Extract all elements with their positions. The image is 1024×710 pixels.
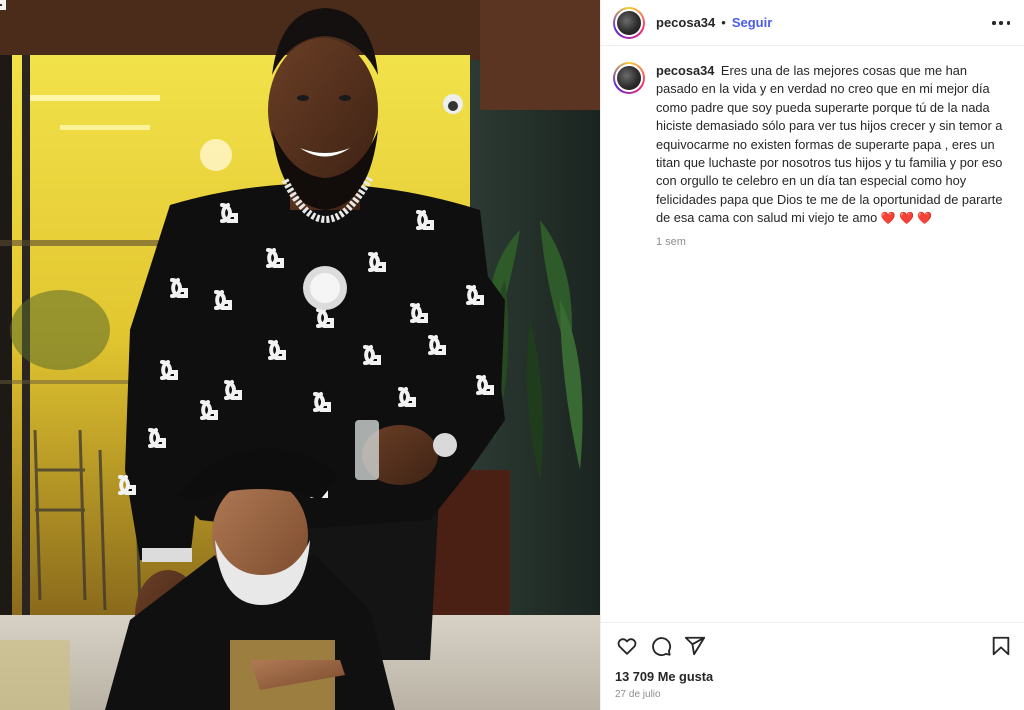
caption-text: pecosa34 Eres una de las mejores cosas q…	[656, 62, 1012, 228]
action-bar	[615, 631, 1010, 661]
comment-icon[interactable]	[649, 634, 673, 658]
heart-emojis: ❤️ ❤️ ❤️	[880, 211, 933, 226]
post-actions-area: 13 709 Me gusta 27 de julio	[601, 622, 1024, 710]
share-icon[interactable]	[683, 634, 707, 658]
post-header: pecosa34 • Seguir	[601, 0, 1024, 46]
bookmark-icon[interactable]	[990, 635, 1012, 657]
caption-comment: pecosa34 Eres una de las mejores cosas q…	[613, 62, 1012, 248]
post-photo[interactable]	[0, 0, 600, 710]
post-date[interactable]: 27 de julio	[615, 689, 1010, 700]
post-side-panel: pecosa34 • Seguir pecosa34 Eres una de l…	[600, 0, 1024, 710]
username-link[interactable]: pecosa34	[656, 15, 715, 30]
caption-avatar[interactable]	[613, 62, 645, 94]
caption-username[interactable]: pecosa34	[656, 63, 714, 78]
caption-content: Eres una de las mejores cosas que me han…	[656, 63, 1003, 226]
avatar[interactable]	[613, 6, 645, 39]
follow-button[interactable]: Seguir	[732, 15, 772, 30]
heart-icon[interactable]	[615, 634, 639, 658]
separator-dot: •	[721, 15, 726, 30]
caption-body: pecosa34 Eres una de las mejores cosas q…	[656, 62, 1012, 248]
comments-area[interactable]: pecosa34 Eres una de las mejores cosas q…	[601, 46, 1024, 622]
more-options-icon[interactable]	[992, 15, 1010, 31]
caption-timestamp[interactable]: 1 sem	[656, 236, 1012, 248]
likes-count[interactable]: 13 709 Me gusta	[615, 669, 1010, 684]
post-photo-image	[0, 0, 600, 710]
